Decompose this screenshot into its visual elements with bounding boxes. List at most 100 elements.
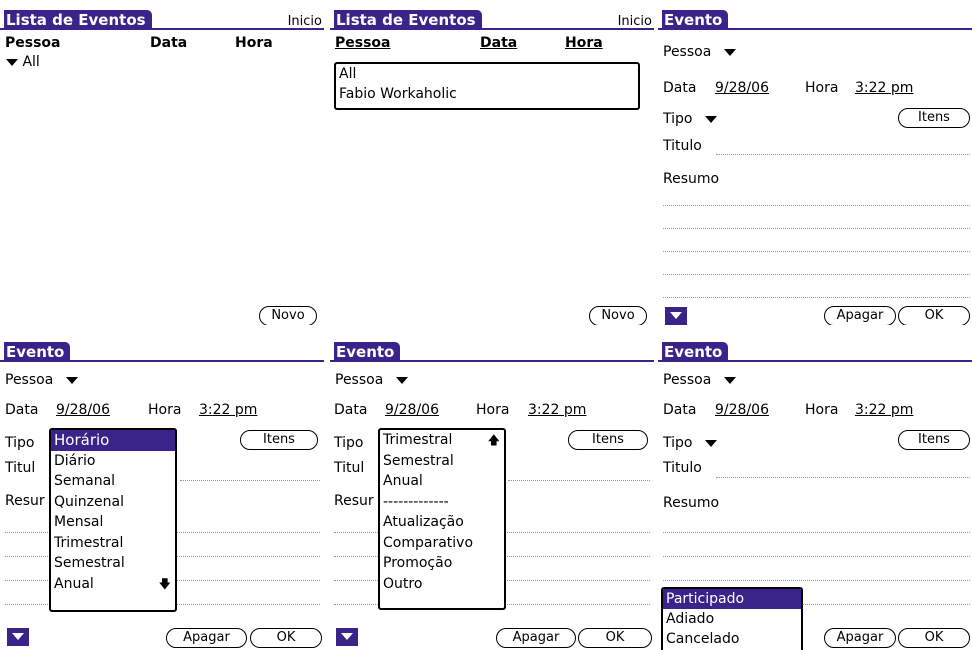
hora-label: Hora <box>805 402 839 418</box>
tipo-option[interactable]: Semestral <box>380 451 504 472</box>
novo-button[interactable]: Novo <box>589 306 647 325</box>
menu-arrow-icon <box>12 633 24 640</box>
dropdown-arrow-icon <box>395 376 408 384</box>
title-bar: Evento <box>0 336 324 362</box>
tipo-option[interactable]: Trimestral <box>51 533 175 554</box>
titulo-field[interactable] <box>508 480 650 481</box>
data-label: Data <box>663 402 697 418</box>
itens-button[interactable]: Itens <box>898 430 970 450</box>
itens-button[interactable]: Itens <box>240 430 318 450</box>
title-bar: Evento <box>658 4 972 30</box>
title-bar: Lista de Eventos Inicio <box>0 4 324 30</box>
status-option[interactable]: Adiado <box>663 609 801 629</box>
column-pessoa: Pessoa <box>5 35 61 51</box>
tipo-option[interactable]: Mensal <box>51 512 175 533</box>
pessoa-trigger[interactable]: Pessoa <box>335 372 408 388</box>
data-value[interactable]: 9/28/06 <box>715 402 769 418</box>
resumo-line[interactable] <box>663 532 970 533</box>
tipo-trigger[interactable]: Tipo <box>663 435 717 451</box>
tipo-option[interactable]: Quinzenal <box>51 492 175 513</box>
tipo-option[interactable]: Outro <box>380 574 504 595</box>
apagar-button[interactable]: Apagar <box>824 306 896 325</box>
title-underline <box>330 360 654 362</box>
person-option[interactable]: All <box>336 64 638 84</box>
pessoa-trigger[interactable]: Pessoa <box>663 372 736 388</box>
tipo-option[interactable]: Anual 🡇 <box>51 574 175 595</box>
screen-title: Evento <box>662 10 729 30</box>
status-option[interactable]: Participado <box>663 589 801 609</box>
tipo-option[interactable]: Horário <box>51 430 175 451</box>
resumo-line[interactable] <box>663 580 970 581</box>
titulo-label: Titulo <box>663 460 702 476</box>
resumo-label: Resur <box>334 493 374 509</box>
tipo-option[interactable]: Trimestral 🡅 <box>380 430 504 451</box>
tipo-option[interactable]: Diário <box>51 451 175 472</box>
resumo-label: Resur <box>5 493 45 509</box>
inicio-button[interactable]: Inicio <box>618 14 652 29</box>
tipo-popup-list: Trimestral 🡅 Semestral Anual -----------… <box>378 428 506 610</box>
tipo-option[interactable]: Anual <box>380 471 504 492</box>
pessoa-label: Pessoa <box>663 44 712 60</box>
titulo-field[interactable] <box>180 480 320 481</box>
column-data: Data <box>480 35 518 51</box>
resumo-label: Resumo <box>663 171 720 187</box>
tipo-trigger[interactable]: Tipo <box>663 111 717 127</box>
title-underline <box>0 28 324 30</box>
menu-arrow-icon <box>670 312 682 319</box>
tipo-option[interactable]: Semestral <box>51 553 175 574</box>
dropdown-arrow-icon <box>65 376 78 384</box>
inicio-button[interactable]: Inicio <box>288 14 322 29</box>
hora-value[interactable]: 3:22 pm <box>528 402 586 418</box>
person-filter-trigger[interactable]: All <box>6 54 40 70</box>
resumo-line[interactable] <box>663 297 970 298</box>
menu-button[interactable] <box>7 628 29 646</box>
resumo-line[interactable] <box>663 274 970 275</box>
data-label: Data <box>663 80 697 96</box>
titulo-field[interactable] <box>716 154 970 155</box>
menu-button[interactable] <box>336 628 358 646</box>
ok-button[interactable]: OK <box>250 628 322 648</box>
event-screen-1: Evento Pessoa Data 9/28/06 Hora 3:22 pm … <box>658 0 972 325</box>
itens-button[interactable]: Itens <box>898 108 970 128</box>
title-bar: Evento <box>330 336 654 362</box>
person-option[interactable]: Fabio Workaholic <box>336 84 638 104</box>
apagar-button[interactable]: Apagar <box>166 628 247 648</box>
hora-value[interactable]: 3:22 pm <box>855 402 913 418</box>
column-pessoa: Pessoa <box>335 35 391 51</box>
scroll-down-arrow-icon[interactable]: 🡇 <box>159 574 171 595</box>
tipo-option[interactable]: Promoção <box>380 553 504 574</box>
data-value[interactable]: 9/28/06 <box>385 402 439 418</box>
resumo-line[interactable] <box>663 205 970 206</box>
itens-button[interactable]: Itens <box>568 430 648 450</box>
pessoa-trigger[interactable]: Pessoa <box>663 44 736 60</box>
tipo-option[interactable]: Comparativo <box>380 533 504 554</box>
hora-value[interactable]: 3:22 pm <box>199 402 257 418</box>
apagar-button[interactable]: Apagar <box>496 628 576 648</box>
menu-button[interactable] <box>665 307 687 325</box>
apagar-button[interactable]: Apagar <box>824 628 896 648</box>
screen-title: Lista de Eventos <box>334 10 482 30</box>
ok-button[interactable]: OK <box>898 306 970 325</box>
resumo-line[interactable] <box>663 251 970 252</box>
pessoa-trigger[interactable]: Pessoa <box>5 372 78 388</box>
ok-button[interactable]: OK <box>898 628 970 648</box>
data-label: Data <box>334 402 368 418</box>
titulo-field[interactable] <box>716 477 970 478</box>
resumo-line[interactable] <box>663 556 970 557</box>
tipo-option[interactable]: Atualização <box>380 512 504 533</box>
novo-button[interactable]: Novo <box>259 306 317 325</box>
resumo-line[interactable] <box>663 228 970 229</box>
scroll-up-arrow-icon[interactable]: 🡅 <box>488 430 500 451</box>
title-bar: Lista de Eventos Inicio <box>330 4 654 30</box>
event-screen-2: Evento Pessoa Data 9/28/06 Hora 3:22 pm … <box>0 332 324 650</box>
hora-value[interactable]: 3:22 pm <box>855 80 913 96</box>
dropdown-arrow-icon <box>6 58 18 66</box>
status-option[interactable]: Cancelado <box>663 629 801 649</box>
title-underline <box>330 28 654 30</box>
data-value[interactable]: 9/28/06 <box>715 80 769 96</box>
dropdown-arrow-icon <box>704 439 717 447</box>
data-value[interactable]: 9/28/06 <box>56 402 110 418</box>
tipo-popup-list: Horário Diário Semanal Quinzenal Mensal … <box>49 428 177 612</box>
tipo-option[interactable]: Semanal <box>51 471 175 492</box>
ok-button[interactable]: OK <box>578 628 652 648</box>
